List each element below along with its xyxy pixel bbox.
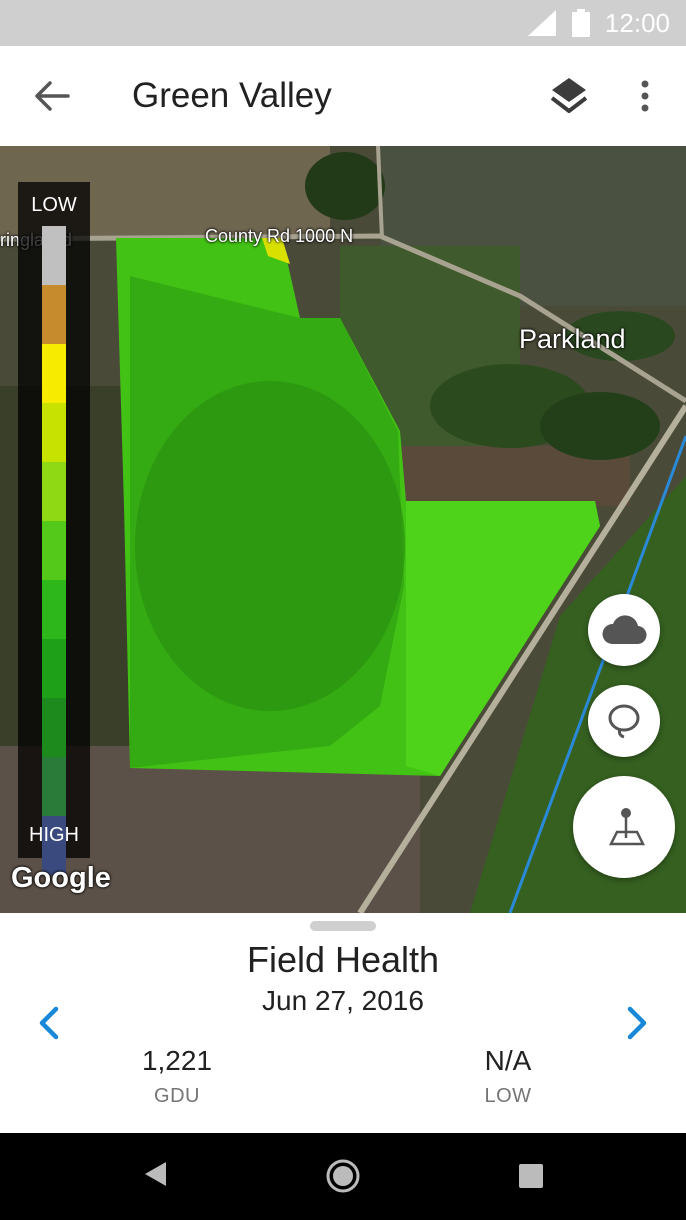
stat-low: N/A LOW (418, 1045, 598, 1108)
stat-label: LOW (484, 1085, 532, 1107)
field-pin-icon (608, 808, 646, 846)
signal-icon (528, 10, 556, 36)
nav-home-icon[interactable] (325, 1158, 361, 1194)
nav-back-icon[interactable] (142, 1159, 168, 1189)
stat-label: GDU (154, 1085, 200, 1107)
chevron-left-icon[interactable] (34, 1003, 64, 1043)
legend-swatch (42, 757, 66, 816)
system-nav-bar (0, 1133, 686, 1220)
legend-low-label: LOW (31, 194, 77, 216)
stat-value: N/A (484, 1045, 532, 1076)
nav-recents-icon[interactable] (518, 1163, 544, 1189)
satellite-map[interactable]: County Rd 1000 N ringla Rd Parkland Hi L… (0, 146, 686, 913)
legend-swatch (42, 521, 66, 580)
legend-swatch (42, 462, 66, 521)
legend-swatch (42, 285, 66, 344)
back-arrow-icon[interactable] (30, 76, 72, 116)
layers-icon[interactable] (548, 74, 590, 118)
page-title: Green Valley (132, 76, 332, 115)
lasso-button[interactable] (588, 685, 660, 757)
legend-swatch (42, 639, 66, 698)
battery-icon (572, 9, 590, 37)
chevron-right-icon[interactable] (622, 1003, 652, 1043)
status-bar: 12:00 (0, 0, 686, 46)
cloud-icon (602, 615, 647, 645)
lasso-icon (608, 704, 640, 739)
app-bar: Green Valley (0, 46, 686, 146)
stat-value: 1,221 (141, 1045, 213, 1076)
more-vert-icon[interactable] (630, 76, 660, 116)
panel-date: Jun 27, 2016 (262, 985, 424, 1016)
panel-title: Field Health (246, 939, 440, 980)
town-label: Parkland (519, 324, 626, 354)
road-label-county: County Rd 1000 N (205, 226, 354, 246)
legend-color-bar (42, 226, 66, 875)
stat-gdu: 1,221 GDU (87, 1045, 267, 1108)
status-time: 12:00 (604, 8, 670, 38)
google-attribution: Google (11, 862, 111, 894)
weather-button[interactable] (588, 594, 660, 666)
legend-swatch (42, 698, 66, 757)
legend-high-label: HIGH (29, 824, 79, 846)
drag-handle[interactable] (310, 921, 376, 931)
legend-swatch (42, 344, 66, 403)
legend-swatch (42, 226, 66, 285)
legend-swatch (42, 580, 66, 639)
legend-swatch (42, 403, 66, 462)
field-health-panel: Field Health Jun 27, 2016 1,221 GDU N/A … (0, 913, 686, 1133)
drop-pin-button[interactable] (573, 776, 675, 878)
health-legend: LOW HIGH (18, 182, 90, 875)
